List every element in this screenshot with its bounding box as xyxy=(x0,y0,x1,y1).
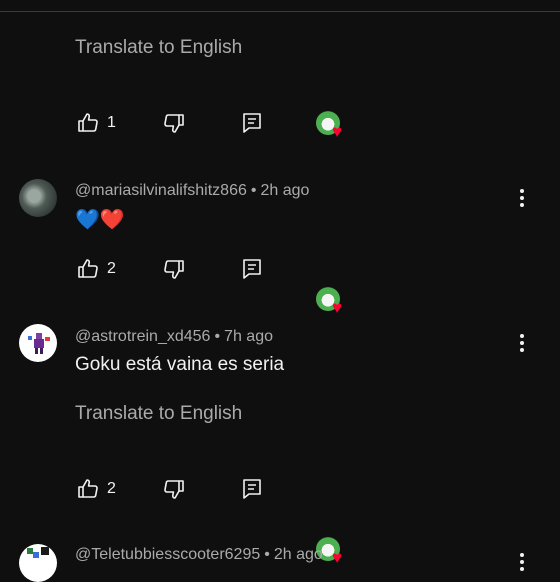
comment-text: 💙❤️ xyxy=(75,209,125,231)
comment-author[interactable]: @Teletubbiesscooter6295 xyxy=(75,546,260,563)
comment-time: 2h ago xyxy=(260,182,310,199)
avatar[interactable] xyxy=(19,324,57,362)
avatar-art xyxy=(27,547,49,558)
thumbs-up-icon[interactable] xyxy=(75,110,101,136)
like-count: 2 xyxy=(107,480,116,497)
heart-icon: ♥ xyxy=(332,548,343,567)
like-group: 2 xyxy=(75,476,116,502)
comment-time: 2h ago xyxy=(273,546,323,563)
more-vertical-icon[interactable] xyxy=(512,331,532,355)
thumbs-down-icon[interactable] xyxy=(161,110,187,136)
like-group: 2 xyxy=(75,256,116,282)
comment-author[interactable]: @mariasilvinalifshitz866 xyxy=(75,182,247,199)
creator-heart-icon: ♥ xyxy=(316,287,346,317)
more-vertical-icon[interactable] xyxy=(512,550,532,574)
thumbs-up-icon[interactable] xyxy=(75,256,101,282)
translate-button[interactable]: Translate to English xyxy=(75,37,242,59)
comment-meta: @Teletubbiesscooter6295 • 2h ago xyxy=(75,546,323,564)
reply-comment-icon[interactable] xyxy=(239,256,265,282)
reply-comment-icon[interactable] xyxy=(239,476,265,502)
comment-meta: @astrotrein_xd456 • 7h ago xyxy=(75,328,273,346)
more-vertical-icon[interactable] xyxy=(512,186,532,210)
heart-icon: ♥ xyxy=(332,122,343,141)
translate-button[interactable]: Translate to English xyxy=(75,403,242,425)
top-divider xyxy=(0,0,560,12)
avatar-art xyxy=(28,333,50,354)
meta-separator: • xyxy=(250,182,257,199)
like-count: 1 xyxy=(107,114,116,131)
avatar[interactable] xyxy=(19,179,57,217)
thumbs-down-icon[interactable] xyxy=(161,476,187,502)
avatar[interactable] xyxy=(19,544,57,582)
like-group: 1 xyxy=(75,110,116,136)
comment-author[interactable]: @astrotrein_xd456 xyxy=(75,328,210,345)
comment-meta: @mariasilvinalifshitz866 • 2h ago xyxy=(75,182,309,200)
meta-separator: • xyxy=(214,328,221,345)
meta-separator: • xyxy=(264,546,270,563)
reply-comment-icon[interactable] xyxy=(239,110,265,136)
thumbs-up-icon[interactable] xyxy=(75,476,101,502)
heart-icon: ♥ xyxy=(332,298,343,317)
comment-time: 7h ago xyxy=(224,328,273,345)
like-count: 2 xyxy=(107,260,116,277)
creator-heart-icon: ♥ xyxy=(316,111,346,141)
comment-text: Goku está vaina es seria xyxy=(75,354,285,375)
thumbs-down-icon[interactable] xyxy=(161,256,187,282)
